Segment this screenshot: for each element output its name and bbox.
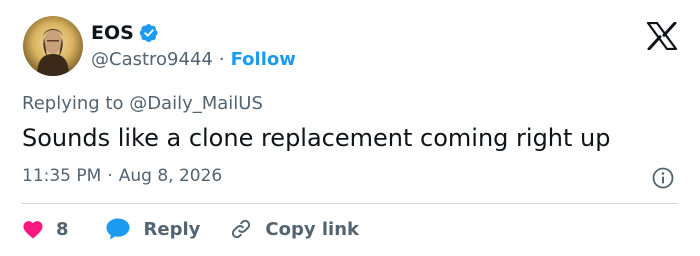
handle-separator: · xyxy=(218,48,225,70)
tweet-time: 11:35 PM xyxy=(22,166,102,186)
speech-bubble-icon xyxy=(106,218,130,240)
verified-badge-icon xyxy=(139,24,158,42)
tweet-card: EOS @Castro9444 · Follow Replying to @Da… xyxy=(0,0,700,256)
copy-link-button[interactable]: Copy link xyxy=(229,217,359,241)
author-name-row: EOS xyxy=(91,20,159,46)
reply-button[interactable]: Reply xyxy=(105,217,201,241)
copy-link-label: Copy link xyxy=(265,218,359,240)
link-icon xyxy=(232,219,251,239)
avatar-image xyxy=(23,16,83,76)
follow-button[interactable]: Follow xyxy=(231,49,296,70)
tweet-date: Aug 8, 2026 xyxy=(118,166,223,186)
author-display-name[interactable]: EOS xyxy=(91,22,134,44)
tweet-text: Sounds like a clone replacement coming r… xyxy=(22,124,611,152)
reply-context[interactable]: Replying to @Daily_MailUS xyxy=(22,93,263,114)
avatar[interactable] xyxy=(23,16,83,76)
action-bar: 8 Reply Copy link xyxy=(22,216,359,242)
reply-label: Reply xyxy=(143,218,201,240)
heart-icon xyxy=(23,221,43,239)
author-handle[interactable]: @Castro9444 xyxy=(91,49,213,70)
like-button[interactable]: 8 xyxy=(22,219,69,240)
divider xyxy=(22,203,678,204)
author-handle-row: @Castro9444 · Follow xyxy=(91,47,296,71)
timestamp[interactable]: 11:35 PM · Aug 8, 2026 xyxy=(22,166,222,186)
info-icon[interactable] xyxy=(651,166,675,190)
timestamp-separator: · xyxy=(107,166,113,186)
x-logo-icon[interactable] xyxy=(646,22,678,50)
like-count: 8 xyxy=(56,218,69,240)
